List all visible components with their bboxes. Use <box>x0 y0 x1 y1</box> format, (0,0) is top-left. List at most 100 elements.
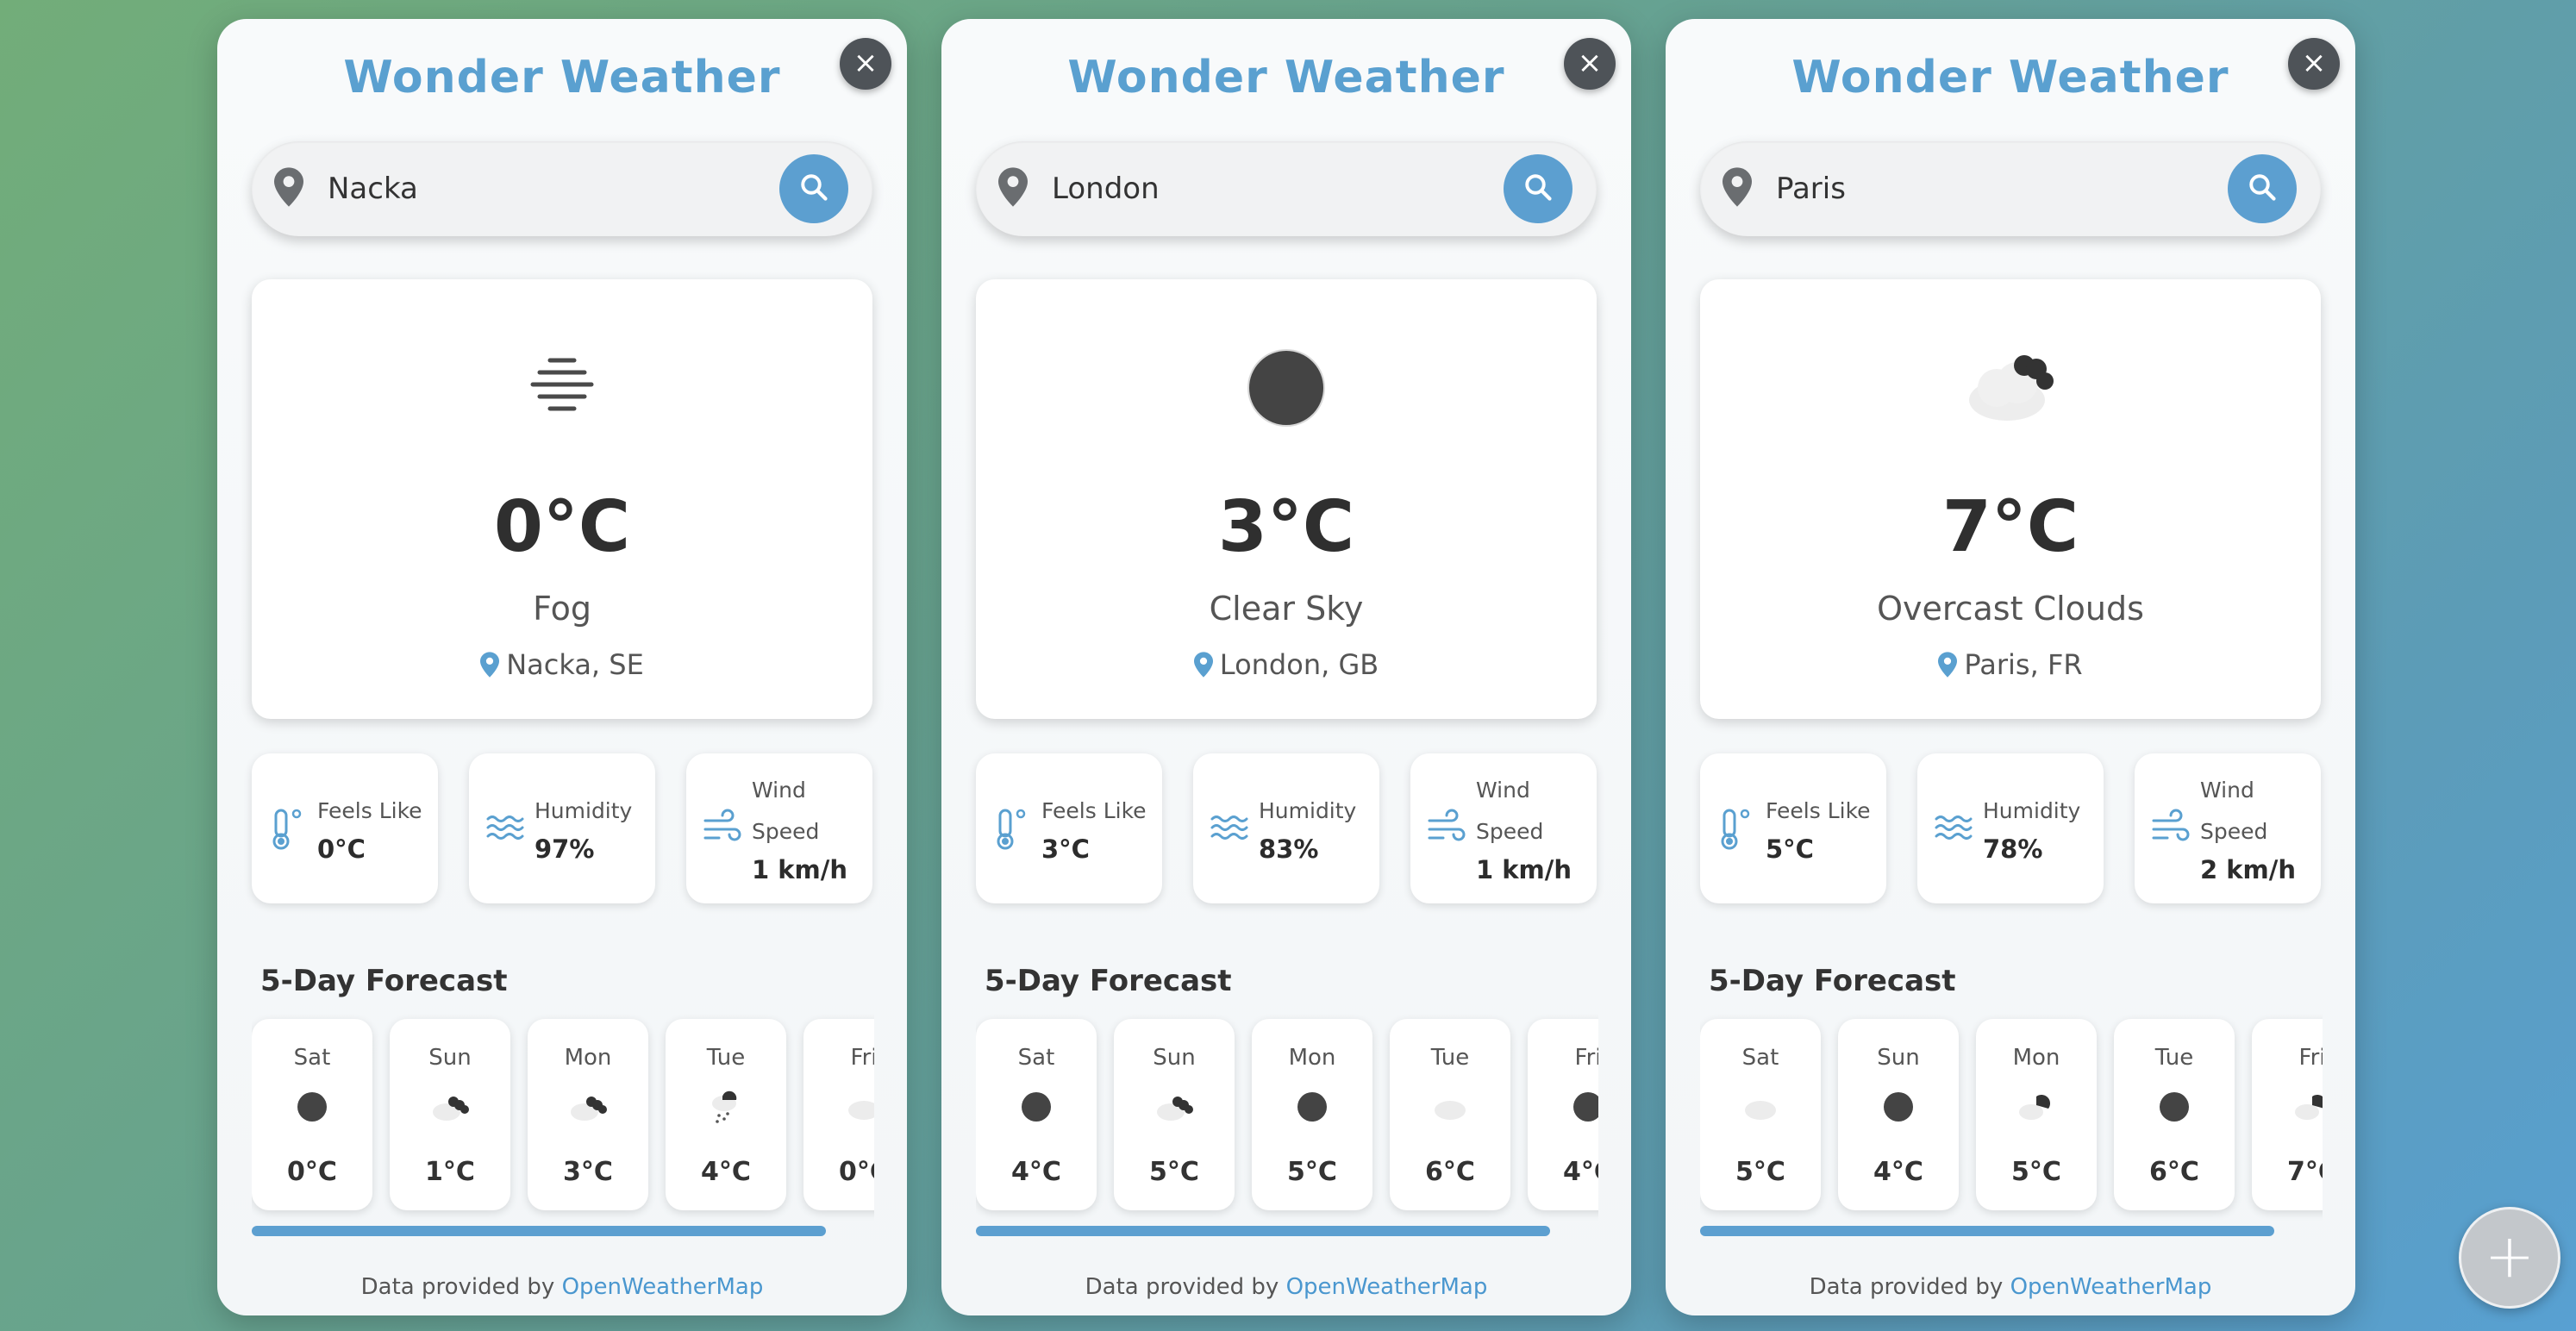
forecast-temp: 4°C <box>701 1157 751 1187</box>
search-icon <box>1522 172 1554 206</box>
search-input[interactable] <box>1052 163 1483 215</box>
stat-label: Speed <box>1476 819 1544 844</box>
overcast-icon <box>1738 1084 1783 1129</box>
forecast-day: Tue 4°C <box>666 1019 786 1210</box>
forecast-temp: 5°C <box>1735 1157 1785 1187</box>
current-weather-panel: 7°C Overcast Clouds Paris, FR <box>1700 279 2321 719</box>
forecast-day-name: Mon <box>2012 1045 2060 1071</box>
overcast-icon <box>841 1084 874 1129</box>
openweathermap-link[interactable]: OpenWeatherMap <box>1286 1274 1488 1300</box>
forecast-day: Tue 6°C <box>1390 1019 1510 1210</box>
forecast-day: Fri 4°C <box>1528 1019 1598 1210</box>
data-credit: Data provided by OpenWeatherMap <box>217 1274 907 1300</box>
credit-text: Data provided by <box>1085 1274 1279 1300</box>
stat-label: Speed <box>2200 819 2268 844</box>
data-credit: Data provided by OpenWeatherMap <box>941 1274 1631 1300</box>
temperature: 7°C <box>1941 486 2079 568</box>
forecast-list[interactable]: Sat 4°C Sun 5°C Mon 5°C Tue 6°C Fri 4°C <box>976 1000 1598 1224</box>
fog-icon <box>502 331 622 434</box>
clear-icon <box>2152 1084 2197 1129</box>
overcast-clouds-icon <box>1950 331 2071 434</box>
forecast-scrollbar[interactable] <box>1700 1226 2274 1236</box>
search-button[interactable] <box>1504 154 1572 223</box>
weather-card: × Wonder Weather 7°C Overcast Clouds <box>1666 19 2355 1315</box>
forecast-day: Sat 4°C <box>976 1019 1097 1210</box>
humidity-stat: Humidity 97% <box>469 753 655 903</box>
search-bar[interactable] <box>1700 141 2321 236</box>
forecast-day-name: Fri <box>850 1045 875 1071</box>
stat-label: Wind <box>2200 778 2254 803</box>
forecast-list[interactable]: Sat 5°C Sun 4°C Mon 5°C Tue 6°C Fri 7°C <box>1700 1000 2323 1224</box>
forecast-temp: 5°C <box>1149 1157 1199 1187</box>
search-icon <box>2247 172 2278 206</box>
add-card-button[interactable]: + <box>2459 1207 2560 1309</box>
forecast-title: 5-Day Forecast <box>985 964 1232 998</box>
forecast-day-name: Sun <box>1153 1045 1196 1071</box>
humidity-waves-icon <box>485 807 526 852</box>
forecast-scrollbar[interactable] <box>252 1226 826 1236</box>
forecast-day-name: Mon <box>564 1045 612 1071</box>
forecast-title: 5-Day Forecast <box>260 964 508 998</box>
search-button[interactable] <box>2228 154 2297 223</box>
location-text: Paris, FR <box>1964 648 2083 681</box>
openweathermap-link[interactable]: OpenWeatherMap <box>562 1274 764 1300</box>
search-bar[interactable] <box>252 141 872 236</box>
clear-icon <box>1014 1084 1059 1129</box>
forecast-temp: 5°C <box>1287 1157 1337 1187</box>
forecast-day: Fri 0°C <box>803 1019 874 1210</box>
search-input[interactable] <box>1776 163 2207 215</box>
openweathermap-link[interactable]: OpenWeatherMap <box>2010 1274 2212 1300</box>
forecast-day: Sun 5°C <box>1114 1019 1235 1210</box>
location-text: London, GB <box>1219 648 1379 681</box>
forecast-day: Sun 4°C <box>1838 1019 1959 1210</box>
forecast-temp: 4°C <box>1873 1157 1923 1187</box>
stat-value: 2 km/h <box>2200 855 2297 884</box>
forecast-temp: 1°C <box>425 1157 475 1187</box>
stat-value: 0°C <box>317 834 366 864</box>
thermometer-icon <box>1716 807 1754 853</box>
humidity-stat: Humidity 83% <box>1193 753 1379 903</box>
clear-icon <box>1226 331 1347 434</box>
credit-text: Data provided by <box>1809 1274 2004 1300</box>
forecast-day: Mon 5°C <box>1252 1019 1372 1210</box>
location-pin-icon <box>998 167 1028 210</box>
forecast-day-name: Tue <box>706 1045 746 1071</box>
forecast-list[interactable]: Sat 0°C Sun 1°C Mon 3°C Tue 4°C Fri 0°C <box>252 1000 874 1224</box>
humidity-waves-icon <box>1209 807 1250 852</box>
location-pin-icon <box>480 652 500 678</box>
search-icon <box>798 172 829 206</box>
weather-card: × Wonder Weather 0°C Fog <box>217 19 907 1315</box>
data-credit: Data provided by OpenWeatherMap <box>1666 1274 2355 1300</box>
forecast-day: Sat 0°C <box>252 1019 372 1210</box>
forecast-day: Fri 7°C <box>2252 1019 2323 1210</box>
forecast-temp: 7°C <box>2287 1157 2323 1187</box>
temperature: 3°C <box>1217 486 1355 568</box>
thermometer-icon <box>991 807 1029 853</box>
stat-label: Feels Like <box>317 798 422 823</box>
wind-icon <box>702 807 743 852</box>
humidity-stat: Humidity 78% <box>1917 753 2104 903</box>
forecast-temp: 6°C <box>1425 1157 1475 1187</box>
forecast-temp: 0°C <box>839 1157 874 1187</box>
forecast-day-name: Fri <box>2298 1045 2323 1071</box>
forecast-day-name: Sat <box>1741 1045 1779 1071</box>
search-input[interactable] <box>328 163 759 215</box>
forecast-scrollbar[interactable] <box>976 1226 1550 1236</box>
forecast-day: Sat 5°C <box>1700 1019 1821 1210</box>
forecast-day-name: Fri <box>1574 1045 1599 1071</box>
search-button[interactable] <box>779 154 848 223</box>
forecast-temp: 4°C <box>1563 1157 1598 1187</box>
broken-clouds-icon <box>1152 1084 1197 1129</box>
condition-text: Fog <box>533 590 591 628</box>
search-bar[interactable] <box>976 141 1597 236</box>
feels-like-stat: Feels Like 0°C <box>252 753 438 903</box>
forecast-day: Tue 6°C <box>2114 1019 2235 1210</box>
stat-label: Wind <box>1476 778 1530 803</box>
few-clouds-icon <box>2290 1084 2323 1129</box>
app-title: Wonder Weather <box>1791 52 2229 103</box>
broken-clouds-icon <box>566 1084 610 1129</box>
stat-label: Humidity <box>1983 798 2081 823</box>
temperature: 0°C <box>493 486 631 568</box>
few-clouds-icon <box>2014 1084 2059 1129</box>
forecast-day-name: Sun <box>1877 1045 1920 1071</box>
